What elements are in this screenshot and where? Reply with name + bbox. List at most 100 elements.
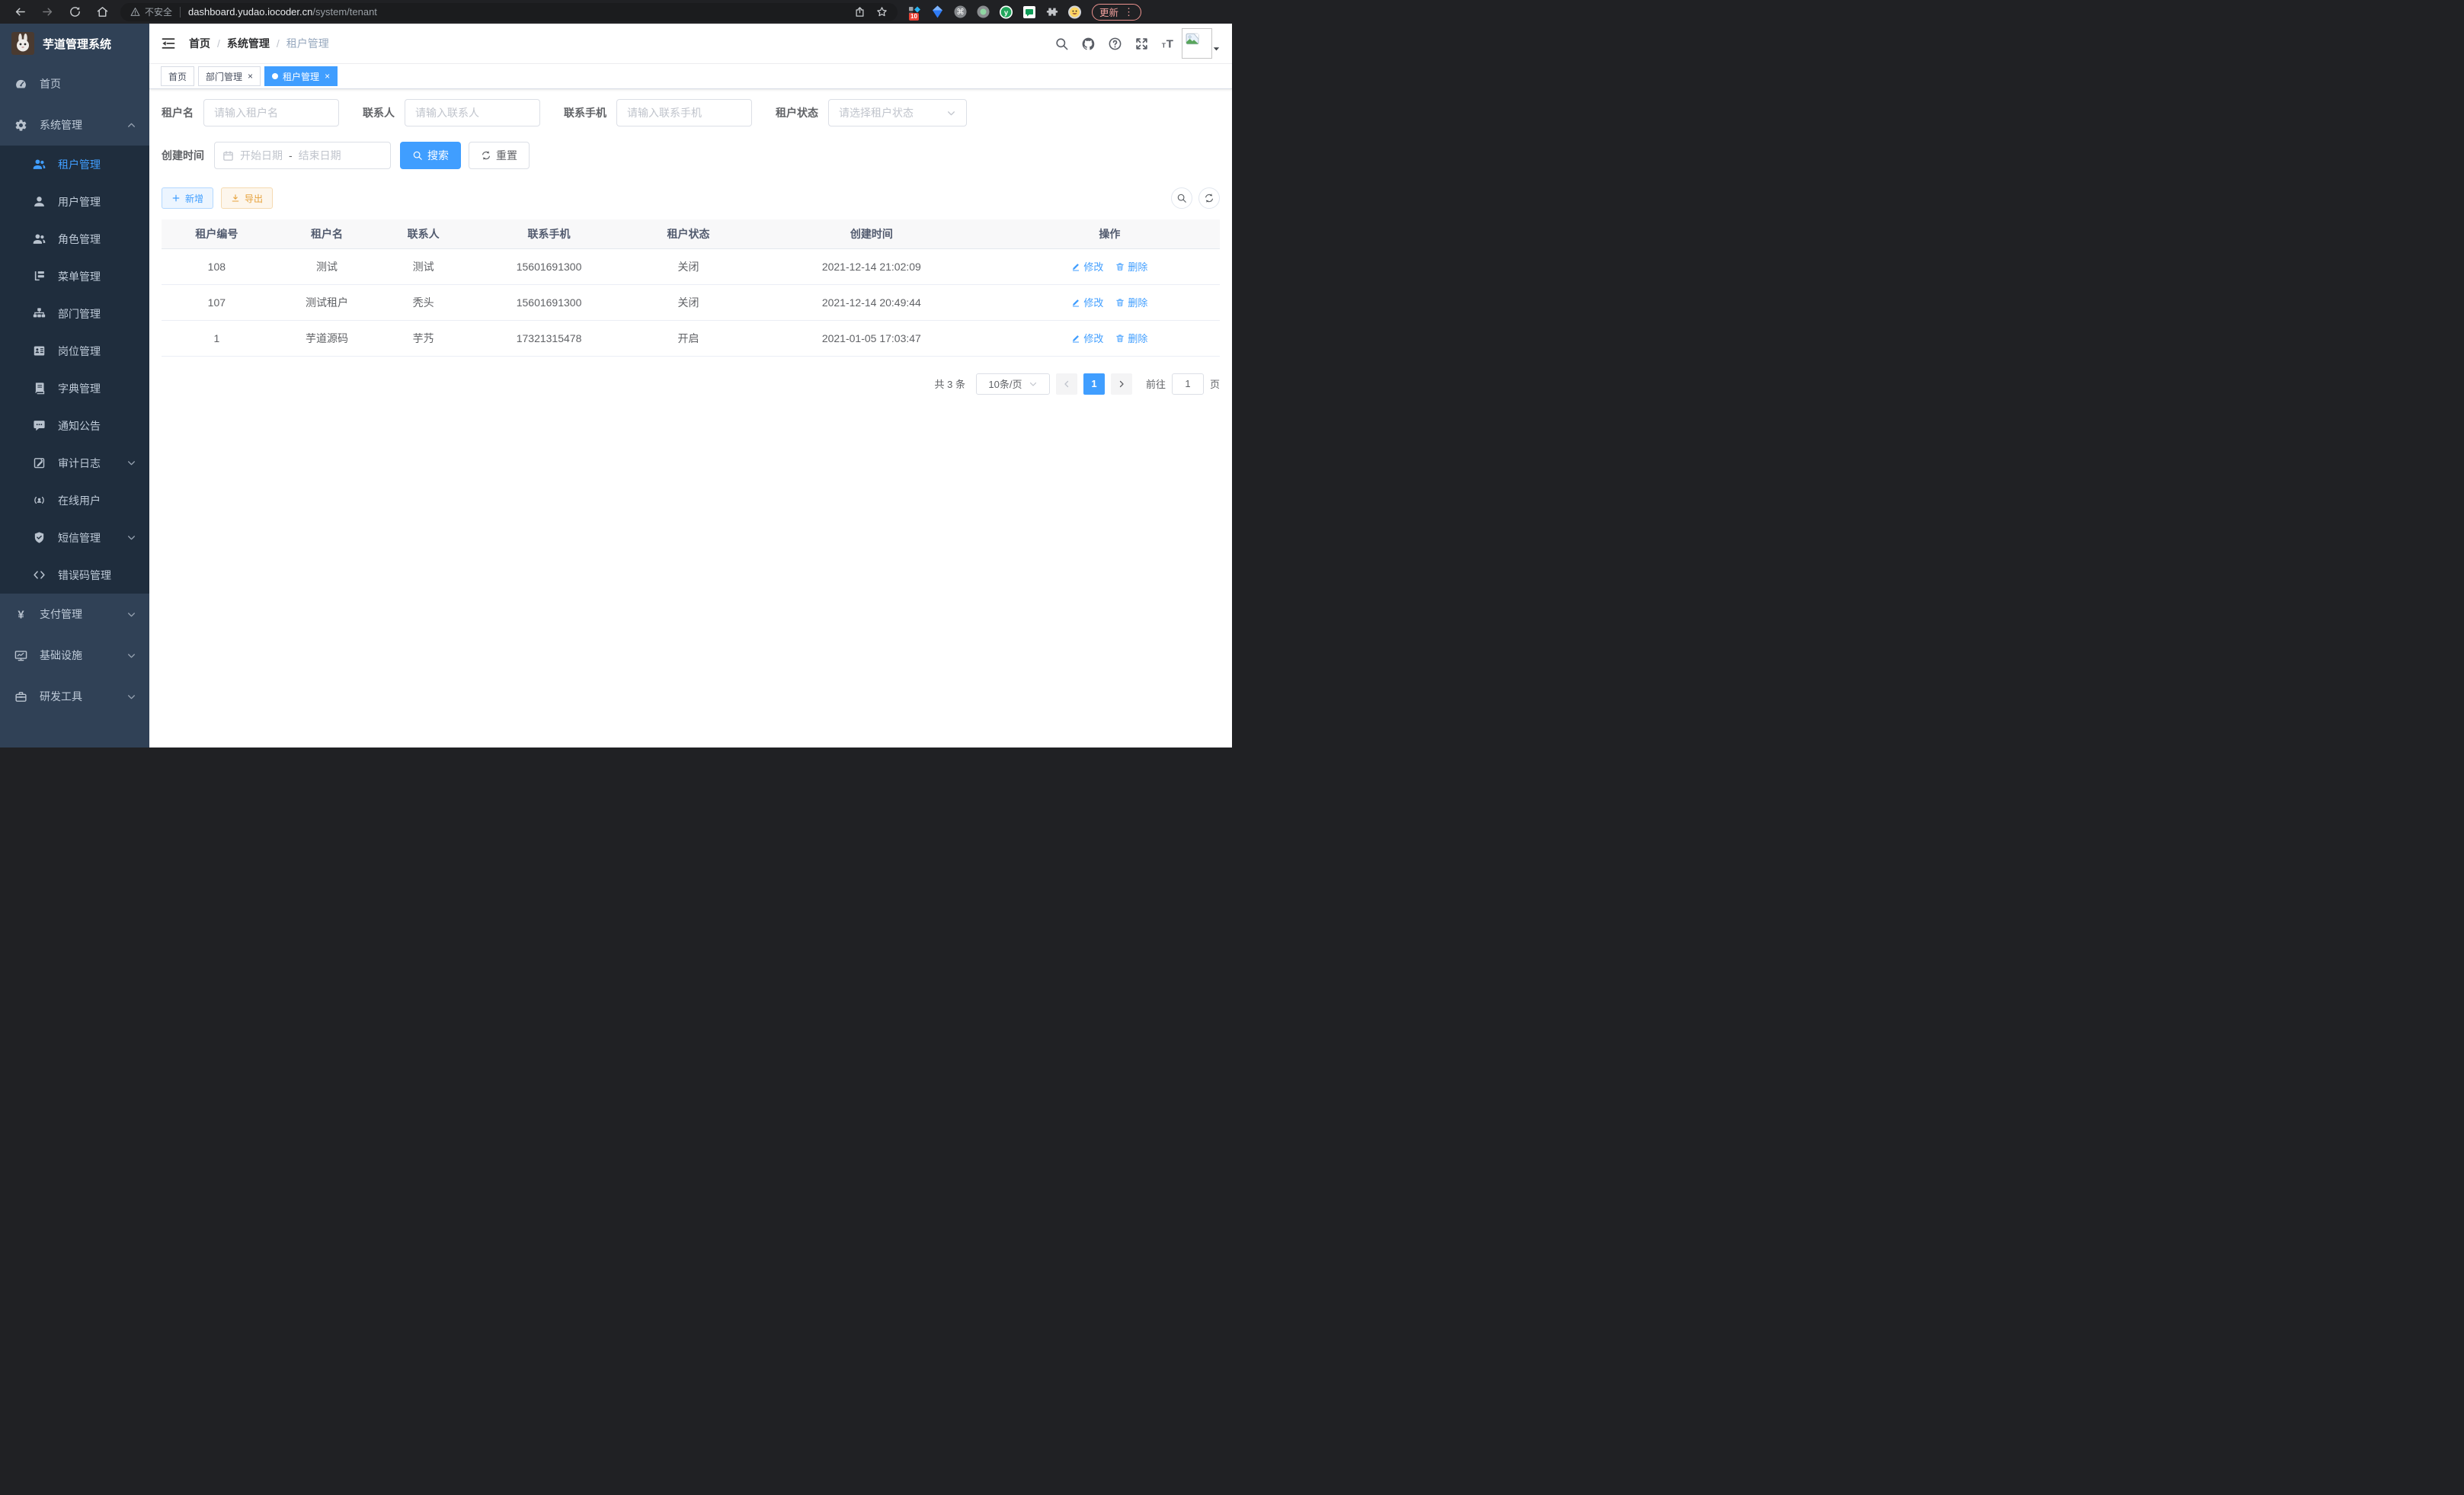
cell-tenant-id: 1 [162, 320, 272, 356]
edit-link[interactable]: 修改 [1071, 295, 1103, 309]
sidebar-item-home[interactable]: 首页 [0, 63, 149, 104]
header-button-help[interactable] [1108, 37, 1122, 51]
delete-link[interactable]: 删除 [1115, 295, 1147, 309]
browser-reload-button[interactable] [69, 5, 82, 18]
tab-close-icon[interactable]: × [325, 72, 330, 81]
create-time-range-picker[interactable]: 开始日期 - 结束日期 [214, 142, 391, 169]
prev-page-button[interactable] [1056, 373, 1077, 395]
logo-rabbit-image [11, 32, 34, 55]
header-button-github[interactable] [1081, 37, 1096, 51]
sidebar-item-errcode[interactable]: 错误码管理 [0, 556, 149, 594]
header-button-font-size[interactable] [1161, 37, 1176, 51]
sidebar-item-devtool[interactable]: 研发工具 [0, 676, 149, 717]
pinned-extension-icon[interactable]: 10 [908, 5, 921, 18]
chat-extension-icon[interactable] [1022, 5, 1035, 18]
emoji-profile-icon[interactable] [1068, 5, 1081, 18]
search-icon [412, 150, 423, 161]
browser-home-button[interactable] [96, 5, 109, 18]
cell-mobile: 17321315478 [465, 320, 633, 356]
command-extension-icon[interactable]: ⌘ [954, 5, 967, 18]
sidebar-item-tenant[interactable]: 租户管理 [0, 146, 149, 183]
sidebar-item-role[interactable]: 角色管理 [0, 220, 149, 258]
share-icon[interactable] [854, 6, 866, 18]
sidebar-item-menu[interactable]: 菜单管理 [0, 258, 149, 295]
menu-icon [14, 119, 27, 132]
kite-extension-icon[interactable] [931, 5, 944, 18]
export-button[interactable]: 导出 [221, 187, 273, 209]
tab-close-icon[interactable]: × [248, 72, 253, 81]
contact-input[interactable] [405, 99, 540, 126]
tab-home[interactable]: 首页 × [161, 66, 194, 86]
menu-icon [14, 649, 27, 662]
sidebar-item-pay[interactable]: 支付管理 [0, 594, 149, 635]
tab-tenant[interactable]: 租户管理 × [264, 66, 338, 86]
edit-link[interactable]: 修改 [1071, 331, 1103, 345]
breadcrumb-home[interactable]: 首页 [189, 36, 210, 51]
menu-icon [33, 419, 46, 432]
sidebar-item-online[interactable]: 在线用户 [0, 482, 149, 519]
header-button-search[interactable] [1054, 37, 1069, 51]
sidebar-item-sms[interactable]: 短信管理 [0, 519, 149, 556]
avatar[interactable] [1182, 28, 1212, 59]
sidebar-item-post[interactable]: 岗位管理 [0, 332, 149, 370]
sidebar-item-user[interactable]: 用户管理 [0, 183, 149, 220]
sidebar-item-dict[interactable]: 字典管理 [0, 370, 149, 407]
sidebar-item-infra[interactable]: 基础设施 [0, 635, 149, 676]
contact-label: 联系人 [363, 105, 395, 120]
toggle-search-button[interactable] [1171, 187, 1192, 209]
sidebar-item-notice[interactable]: 通知公告 [0, 407, 149, 444]
header-button-fullscreen[interactable] [1134, 37, 1149, 51]
menu-item-label: 租户管理 [58, 157, 101, 172]
svg-text:y: y [1004, 8, 1009, 17]
cell-tenant-id: 107 [162, 284, 272, 320]
recorder-extension-icon[interactable] [977, 5, 990, 18]
menu-item-label: 支付管理 [40, 607, 82, 622]
next-page-button[interactable] [1111, 373, 1132, 395]
search-button[interactable]: 搜索 [400, 142, 461, 169]
chevron-down-icon [126, 610, 136, 619]
active-tab-dot [272, 73, 278, 79]
collapse-sidebar-button[interactable] [161, 36, 176, 51]
extensions-puzzle-icon[interactable] [1045, 5, 1058, 18]
address-bar[interactable]: 不安全 dashboard.yudao.iocoder.cn/system/te… [120, 3, 898, 21]
page-button-1[interactable]: 1 [1083, 373, 1105, 395]
add-button[interactable]: 新增 [162, 187, 213, 209]
cell-contact: 芋艿 [382, 320, 465, 356]
menu-item-label: 部门管理 [58, 306, 101, 322]
tenant-name-input[interactable] [203, 99, 339, 126]
delete-link[interactable]: 删除 [1115, 331, 1147, 345]
delete-link[interactable]: 删除 [1115, 259, 1147, 274]
pagination: 共 3 条 10条/页 1 前往 页 [162, 373, 1220, 395]
menu-icon [14, 608, 27, 621]
sidebar-item-audit[interactable]: 审计日志 [0, 444, 149, 482]
yudao-extension-icon[interactable]: y [1000, 5, 1013, 18]
browser-forward-button[interactable] [41, 5, 54, 18]
breadcrumb-system[interactable]: 系统管理 [227, 36, 270, 51]
tenant-status-select[interactable]: 请选择租户状态 [828, 99, 967, 126]
page-size-select[interactable]: 10条/页 [976, 373, 1050, 395]
trash-icon [1115, 334, 1125, 343]
chevron-down-icon [126, 651, 136, 661]
mobile-label: 联系手机 [564, 105, 606, 120]
goto-label: 前往 [1146, 376, 1166, 391]
menu-item-label: 系统管理 [40, 117, 82, 133]
status-placeholder: 请选择租户状态 [839, 105, 914, 120]
reset-button[interactable]: 重置 [469, 142, 530, 169]
browser-back-button[interactable] [14, 5, 27, 18]
browser-menu-icon: ⋮ [1124, 6, 1134, 18]
goto-page-input[interactable] [1172, 373, 1204, 395]
edit-link[interactable]: 修改 [1071, 259, 1103, 274]
update-button[interactable]: 更新 ⋮ [1092, 4, 1141, 21]
sidebar-item-dept[interactable]: 部门管理 [0, 295, 149, 332]
app-logo[interactable]: 芋道管理系统 [0, 24, 149, 63]
mobile-input[interactable] [616, 99, 752, 126]
avatar-caret-down-icon[interactable] [1212, 45, 1221, 53]
column-header: 租户名 [272, 219, 382, 248]
column-header: 操作 [1000, 219, 1220, 248]
refresh-table-button[interactable] [1198, 187, 1220, 209]
trash-icon [1115, 262, 1125, 271]
bookmark-star-icon[interactable] [876, 6, 888, 18]
sidebar-item-system[interactable]: 系统管理 [0, 104, 149, 146]
broken-image-icon [1185, 31, 1200, 46]
tab-dept[interactable]: 部门管理 × [198, 66, 261, 86]
